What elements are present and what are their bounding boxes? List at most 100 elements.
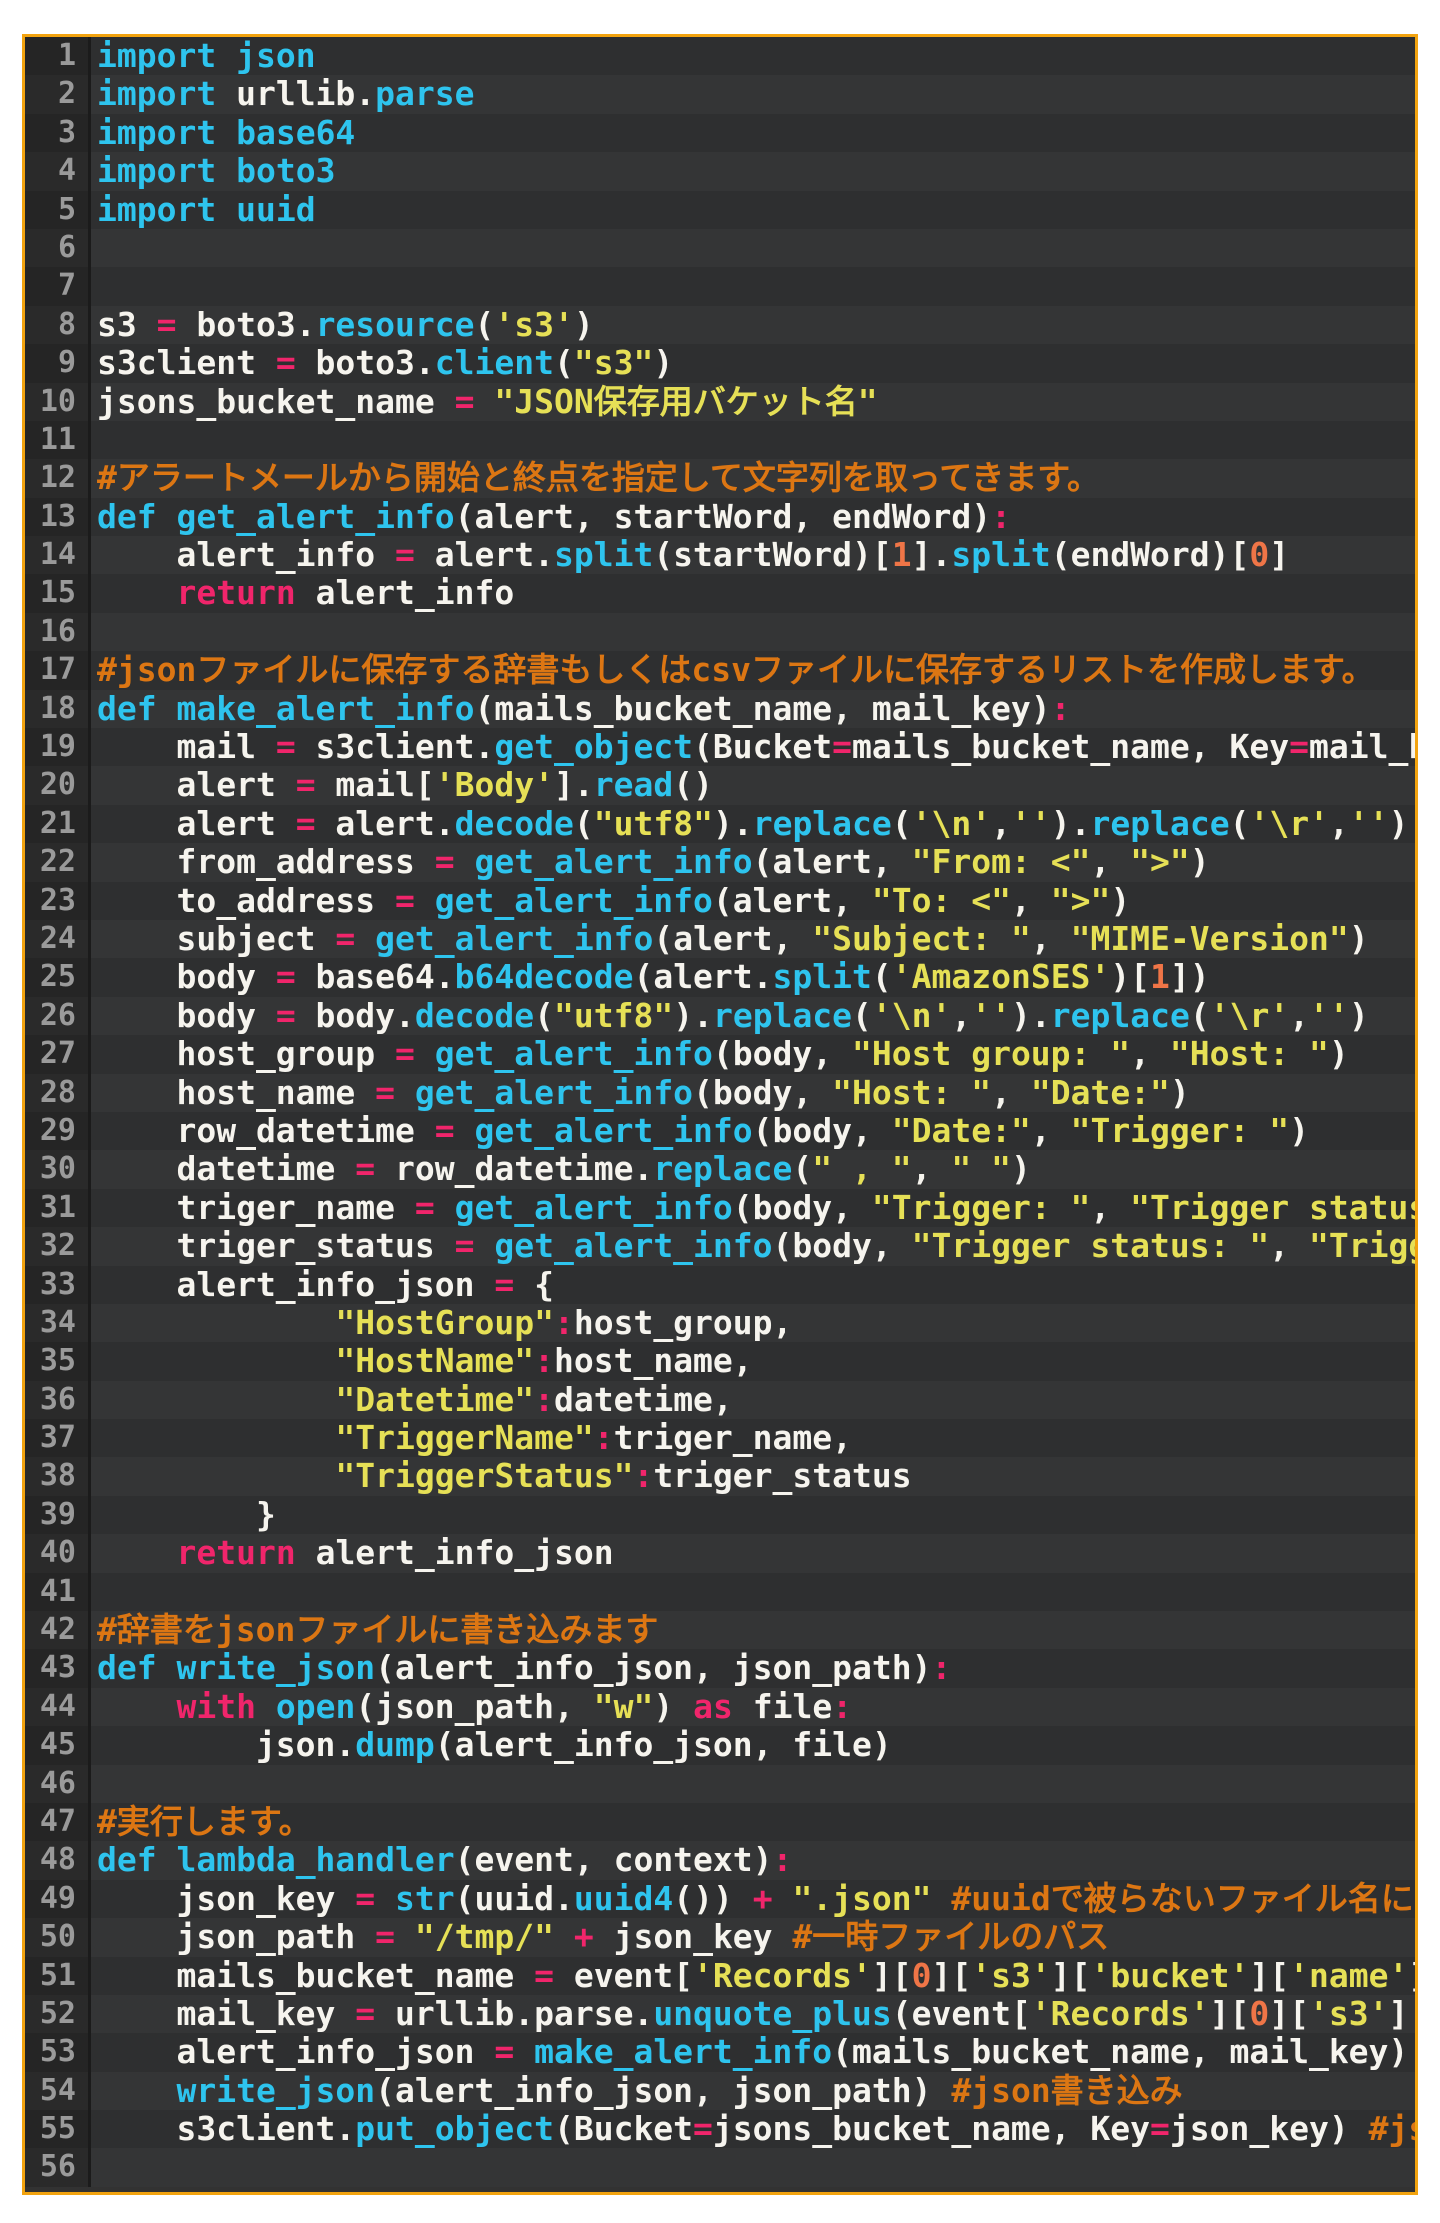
token-c: put_object (355, 2110, 554, 2149)
code-line: 31 triger_name = get_alert_info(body, "T… (25, 1188, 1415, 1228)
token-w: ) (653, 344, 674, 383)
token-o: #jsonファイルをアップロードします (1368, 2110, 1415, 2149)
token-p: = (454, 382, 475, 421)
token-w: () (673, 766, 713, 805)
token-c: get_alert_info (434, 881, 713, 920)
code-text: body = body.decode("utf8").replace('\n',… (91, 997, 1415, 1035)
token-c: write_json (176, 2071, 376, 2110)
token-w: ) (1189, 843, 1210, 882)
code-text: import json (91, 37, 1415, 75)
token-w: host_group, (573, 1303, 793, 1342)
token-w: alert. (315, 804, 455, 843)
token-y: '\r' (1209, 996, 1290, 1035)
token-w: json_key) (1169, 2110, 1369, 2149)
token-y: "Date:" (891, 1111, 1031, 1150)
token-w: , (1130, 1035, 1170, 1074)
line-number: 5 (25, 190, 91, 229)
token-c: def (97, 689, 157, 728)
token-w (97, 1342, 335, 1380)
code-text: import boto3 (91, 152, 1415, 190)
code-line: 46 (25, 1764, 1415, 1803)
token-w (157, 690, 177, 728)
code-text: alert_info_json = { (91, 1266, 1415, 1304)
token-w: urllib. (216, 75, 376, 114)
code-text: alert = alert.decode("utf8").replace('\n… (91, 805, 1415, 843)
code-line: 33 alert_info_json = { (25, 1265, 1415, 1304)
code-line: 6 (25, 228, 1415, 268)
line-number: 37 (25, 1419, 91, 1458)
code-text: write_json(alert_info_json, json_path) #… (91, 2072, 1415, 2110)
token-y: "JSON保存用バケット名" (494, 382, 878, 421)
code-text: json.dump(alert_info_json, file) (91, 1726, 1415, 1764)
token-c: get_alert_info (375, 919, 654, 958)
token-w: , (1328, 804, 1349, 843)
token-c: replace (1090, 804, 1230, 843)
token-y: 's3' (1309, 1994, 1389, 2033)
token-p: = (434, 1111, 455, 1150)
token-w (355, 920, 375, 958)
code-text: "Datetime":datetime, (91, 1381, 1415, 1419)
token-w: json_path (97, 1918, 376, 1957)
token-p: = (454, 1227, 475, 1266)
token-y: "To: <" (871, 881, 1011, 920)
token-p: = (375, 1073, 396, 1112)
token-w: (alert_info_json, json_path) (375, 1649, 932, 1688)
token-p: = (1150, 2110, 1170, 2149)
token-p: = (1289, 728, 1309, 767)
token-y: 'Records' (693, 1956, 872, 1995)
token-p: = (494, 1265, 515, 1304)
code-line: 21 alert = alert.decode("utf8").replace(… (25, 804, 1415, 844)
line-number: 7 (25, 267, 91, 306)
line-number: 21 (25, 804, 91, 844)
token-w: jsons_bucket_name (97, 382, 455, 421)
token-o: #実行します。 (97, 1802, 312, 1841)
token-w: datetime (97, 1150, 356, 1189)
line-number: 31 (25, 1188, 91, 1228)
token-w: alert_info_json (97, 2033, 495, 2072)
line-number: 34 (25, 1303, 91, 1343)
token-w (395, 1074, 415, 1112)
token-y: " " (951, 1150, 1011, 1189)
token-w: alert_info (97, 536, 396, 575)
code-line: 15 return alert_info (25, 574, 1415, 613)
token-c: import (97, 113, 217, 152)
token-p: : (1050, 689, 1071, 728)
code-line: 13 def get_alert_info(alert, startWord, e… (25, 497, 1415, 537)
token-p: = (375, 1918, 396, 1957)
token-y: 's3' (971, 1956, 1051, 1995)
token-w: (alert, (653, 919, 813, 958)
token-c: open (275, 1687, 356, 1726)
token-w: triger_name (97, 1188, 415, 1227)
code-line: 54 write_json(alert_info_json, json_path… (25, 2071, 1415, 2111)
line-number: 13 (25, 497, 91, 537)
token-p: : (931, 1649, 952, 1688)
token-w: row_datetime. (375, 1150, 654, 1189)
token-w: , (911, 1150, 952, 1189)
code-text: from_address = get_alert_info(alert, "Fr… (91, 843, 1415, 881)
token-w: host_name (97, 1073, 376, 1112)
line-number: 24 (25, 919, 91, 959)
page: { "editor": { "description": "python-cod… (0, 0, 1440, 2223)
token-w (97, 1534, 176, 1572)
code-editor[interactable]: 1 import json 2 import urllib.parse 3 import … (22, 34, 1418, 2195)
token-p: = (355, 1994, 376, 2033)
code-line: 34 "HostGroup":host_group, (25, 1303, 1415, 1343)
token-w: alert_info_json (97, 1265, 495, 1304)
token-w: triger_name, (613, 1419, 852, 1458)
line-number: 30 (25, 1150, 91, 1189)
token-n: 1 (891, 536, 912, 575)
line-number: 54 (25, 2071, 91, 2111)
code-text: to_address = get_alert_info(alert, "To: … (91, 882, 1415, 920)
token-w: ) (1328, 1035, 1349, 1074)
token-c: unquote_plus (653, 1994, 892, 2033)
token-w (395, 1918, 415, 1956)
token-w: , (1010, 881, 1051, 920)
code-text: json_key = str(uuid.uuid4()) + ".json" #… (91, 1880, 1415, 1918)
code-text: #実行します。 (91, 1803, 1415, 1841)
code-text: row_datetime = get_alert_info(body, "Dat… (91, 1112, 1415, 1150)
token-w (932, 1880, 952, 1918)
code-text: host_group = get_alert_info(body, "Host … (91, 1035, 1415, 1073)
code-line: 16 (25, 612, 1415, 652)
code-line: 14 alert_info = alert.split(startWord)[1… (25, 536, 1415, 575)
